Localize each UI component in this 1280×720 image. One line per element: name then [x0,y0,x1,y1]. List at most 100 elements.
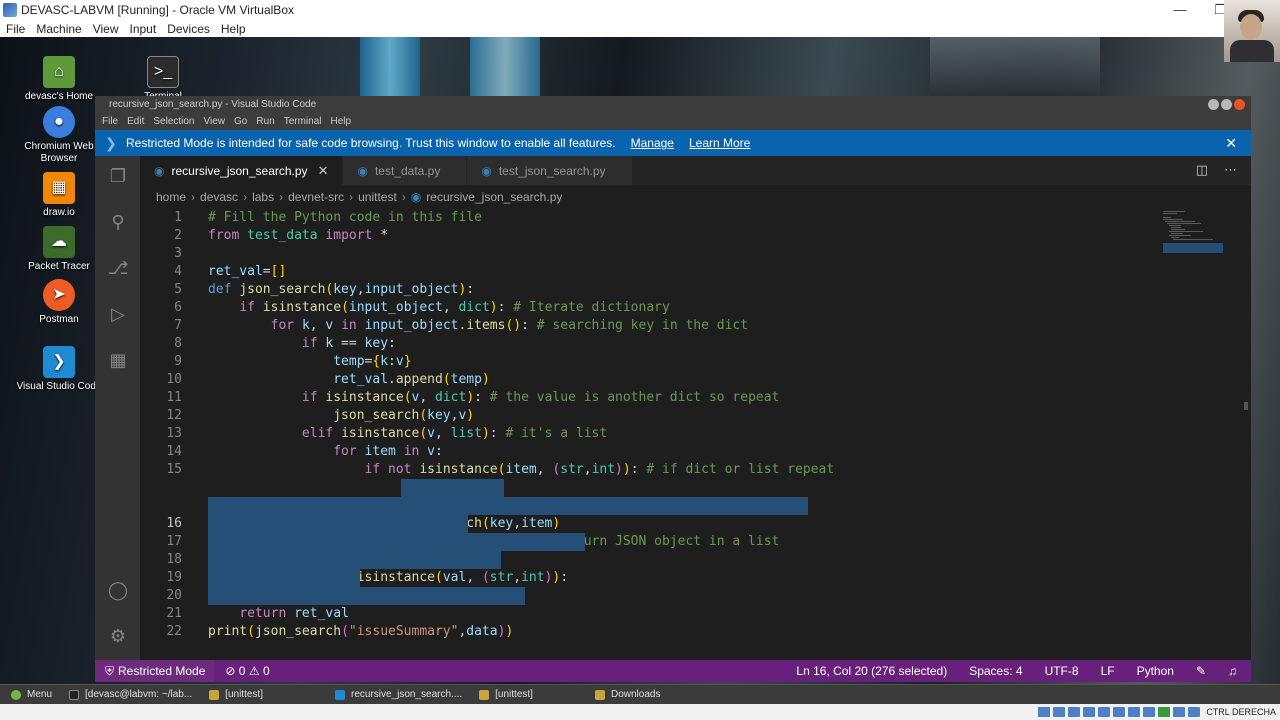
vscode-menu-selection[interactable]: Selection [153,116,194,127]
start-menu-button[interactable]: Menu [5,686,58,704]
cursor-position[interactable]: Ln 16, Col 20 (276 selected) [796,664,947,678]
code-text: temp={k:v} [333,354,412,369]
banner-text: Restricted Mode is intended for safe cod… [126,136,616,150]
line-number: 9 [174,354,182,369]
virtualbox-menubar: File Machine View Input Devices Help [0,20,1280,37]
tab-recursive-json-search[interactable]: ◉ recursive_json_search.py ✕ [140,156,344,185]
code-line: 5 def json_search(key,input_object): [140,281,1200,299]
breadcrumb-item[interactable]: devnet-src [288,190,344,204]
mouse-integration-icon[interactable] [1173,707,1186,717]
tab-test-data[interactable]: ◉ test_data.py [343,156,468,185]
window-title: DEVASC-LABVM [Running] - Oracle VM Virtu… [21,3,294,17]
virtualbox-titlebar: DEVASC-LABVM [Running] - Oracle VM Virtu… [0,0,1280,20]
network-icon[interactable] [1083,707,1096,717]
desktop-icon-vscode[interactable]: ❯ Visual Studio Code [11,346,107,393]
tab-test-json-search[interactable]: ◉ test_json_search.py [467,156,633,185]
line-number: 15 [166,462,182,477]
python-file-icon: ◉ [481,163,492,178]
breadcrumb-item[interactable]: home [156,190,186,204]
selection-highlight [208,569,360,587]
learn-more-link[interactable]: Learn More [689,136,750,150]
host-key: CTRL DERECHA [1206,707,1276,717]
taskbar-item-vscode[interactable]: recursive_json_search.... [329,686,468,704]
menu-file[interactable]: File [6,22,25,36]
vscode-close-button[interactable] [1234,99,1245,110]
encoding[interactable]: UTF-8 [1045,664,1079,678]
virtualbox-statusbar: CTRL DERECHA [0,704,1280,720]
menu-input[interactable]: Input [130,22,157,36]
vscode-menu-run[interactable]: Run [256,116,274,127]
line-number: 3 [174,246,182,261]
optical-drive-icon[interactable] [1053,707,1066,717]
desktop-icon-chromium[interactable]: ● Chromium Web Browser [11,106,107,165]
source-control-icon[interactable]: ⎇ [106,256,130,280]
recording-icon[interactable] [1143,707,1156,717]
cpu-icon[interactable] [1158,707,1171,717]
audio-icon[interactable] [1068,707,1081,717]
breadcrumb-item[interactable]: devasc [200,190,238,204]
usb-icon[interactable] [1098,707,1111,717]
keyboard-icon[interactable] [1188,707,1201,717]
menu-view[interactable]: View [93,22,119,36]
manage-link[interactable]: Manage [631,136,674,150]
problems-indicator[interactable]: ⊘ 0 ⚠ 0 [225,664,269,678]
terminal-icon: >_ [147,56,179,88]
split-editor-icon[interactable]: ◫ [1196,162,1208,178]
display-icon[interactable] [1128,707,1141,717]
breadcrumb: home › devasc › labs › devnet-src › unittest… [156,190,563,204]
shared-folder-icon[interactable] [1113,707,1126,717]
code-line: 2 from test_data import * [140,227,1200,245]
taskbar-item-terminal[interactable]: [devasc@labvm: ~/lab... [63,686,198,704]
vscode-menu-help[interactable]: Help [331,116,352,127]
end-of-line[interactable]: LF [1101,664,1115,678]
desktop-icon-packet-tracer[interactable]: ☁ Packet Tracer [11,226,107,273]
taskbar-item-downloads[interactable]: Downloads [589,686,666,704]
vscode-menu-view[interactable]: View [204,116,226,127]
bell-icon[interactable]: ♫ [1228,664,1237,678]
feedback-icon[interactable]: ✎ [1196,664,1206,678]
editor-scrollbar[interactable] [1237,209,1251,660]
breadcrumb-item[interactable]: labs [252,190,274,204]
menu-icon [11,689,21,700]
line-number: 14 [166,444,182,459]
close-icon[interactable]: ✕ [1225,135,1237,152]
menu-help[interactable]: Help [221,22,246,36]
breadcrumb-item[interactable]: unittest [358,190,397,204]
menu-machine[interactable]: Machine [36,22,81,36]
vscode-minimize-button[interactable] [1208,99,1219,110]
error-icon: ⊘ [225,664,236,678]
line-number: 2 [174,228,182,243]
explorer-icon[interactable]: ❐ [106,164,130,188]
minimap[interactable] [1159,209,1237,660]
code-text: return ret_val [239,606,349,621]
vscode-menu-edit[interactable]: Edit [127,116,144,127]
desktop-icon-postman[interactable]: ➤ Postman [11,279,107,326]
breadcrumb-item[interactable]: recursive_json_search.py [426,190,562,204]
vscode-menu-go[interactable]: Go [234,116,247,127]
code-line: 22 print(json_search("issueSummary",data)… [140,587,1200,639]
minimize-button[interactable]: — [1160,0,1200,20]
menu-devices[interactable]: Devices [167,22,210,36]
more-actions-icon[interactable]: ⋯ [1224,162,1237,178]
vscode-maximize-button[interactable] [1221,99,1232,110]
language-mode[interactable]: Python [1137,664,1174,678]
account-icon[interactable]: ◯ [106,578,130,602]
hard-disk-icon[interactable] [1038,707,1051,717]
taskbar-item-unittest[interactable]: [unittest] [203,686,269,704]
indentation[interactable]: Spaces: 4 [969,664,1022,678]
taskbar-item-unittest-2[interactable]: [unittest] [473,686,539,704]
restricted-mode-indicator[interactable]: ⛨ Restricted Mode [95,660,215,682]
search-icon[interactable]: ⚲ [106,210,130,234]
vscode-menu-terminal[interactable]: Terminal [284,116,322,127]
selection-highlight [208,533,585,551]
code-editor[interactable]: 1 # Fill the Python code in this file 2 fr… [140,209,1251,660]
vscode-menu-file[interactable]: File [102,116,118,127]
desktop-icon-home[interactable]: ⌂ devasc's Home [11,56,107,103]
close-icon[interactable]: ✕ [318,163,329,179]
extensions-icon[interactable]: ▦ [106,348,130,372]
python-file-icon: ◉ [357,163,368,178]
python-file-icon: ◉ [154,163,165,178]
run-debug-icon[interactable]: ▷ [106,302,130,326]
desktop-icon-drawio[interactable]: ▦ draw.io [11,172,107,219]
gear-icon[interactable]: ⚙ [106,624,130,648]
